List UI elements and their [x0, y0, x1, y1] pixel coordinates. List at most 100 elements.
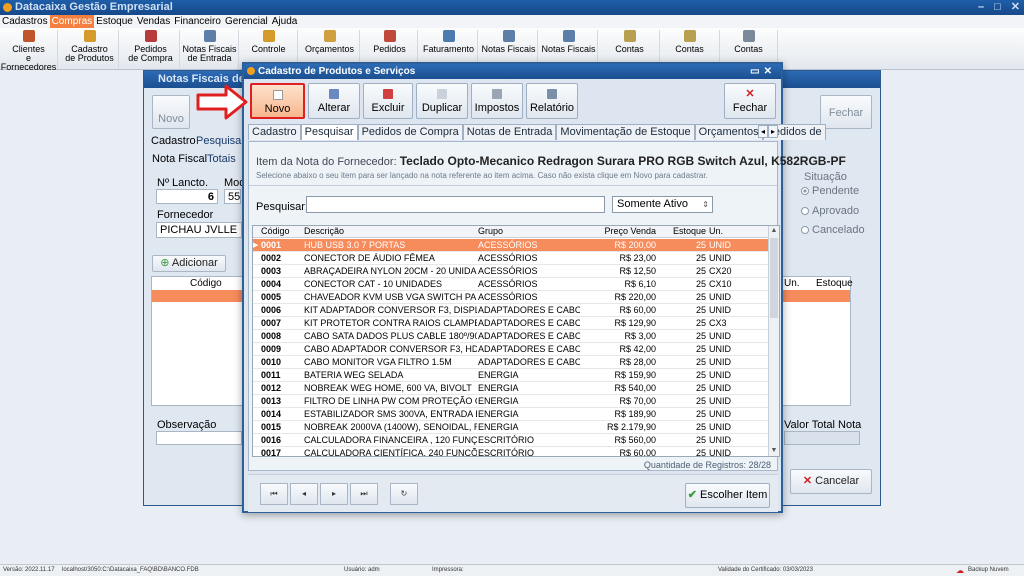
cell-descricao: CONECTOR CAT - 10 UNIDADES [304, 279, 443, 289]
col-preco[interactable]: Preço Venda [581, 226, 656, 236]
menu-financeiro[interactable]: Financeiro [172, 15, 223, 28]
ribbon-pedidos-compra[interactable]: Pedidos de Compra [122, 30, 180, 68]
tab-cadastro[interactable]: Cadastro [248, 124, 301, 140]
bg-subtab-nota-fiscal[interactable]: Nota Fiscal [152, 153, 207, 165]
cell-codigo: 0017 [261, 448, 282, 457]
fechar-button[interactable]: ✕ Fechar [724, 83, 776, 119]
fornecedor-field[interactable]: PICHAU JVLLE [156, 222, 242, 238]
col-descricao[interactable]: Descrição [304, 226, 477, 236]
table-row[interactable]: 0005 CHAVEADOR KVM USB VGA SWITCH PARA ACE… [253, 291, 769, 304]
bg-novo-button[interactable]: Novo [152, 95, 190, 129]
menu-gerencial[interactable]: Gerencial [223, 15, 270, 28]
cloud-backup-icon[interactable]: ☁ [956, 565, 964, 576]
prev-record-icon[interactable]: ◂ [290, 483, 318, 505]
cell-grupo: ADAPTADORES E CABOS [478, 305, 580, 315]
status-backup[interactable]: Backup Nuvem [968, 565, 1009, 576]
cell-un: UNID [709, 305, 731, 315]
ribbon-cadastro-produtos[interactable]: Cadastro de Produtos [61, 30, 119, 68]
col-codigo[interactable]: Código [261, 226, 303, 236]
taxes-icon [492, 89, 502, 99]
tab-pesquisar[interactable]: Pesquisar [300, 124, 358, 140]
scroll-up-icon[interactable]: ▲ [769, 226, 779, 236]
col-un[interactable]: Un. [709, 226, 739, 236]
observacao-field[interactable] [156, 431, 242, 445]
maximize-button[interactable]: □ [994, 0, 1001, 15]
table-row[interactable]: 0006 KIT ADAPTADOR CONVERSOR F3, DISPLAY A… [253, 304, 769, 317]
cancelar-button[interactable]: ✕ Cancelar [790, 469, 872, 494]
next-record-icon[interactable]: ▸ [320, 483, 348, 505]
situacao-aprovado-radio[interactable]: Aprovado [801, 205, 859, 217]
table-row[interactable]: 0008 CABO SATA DADOS PLUS CABLE 180º/90º A… [253, 330, 769, 343]
cell-estoque: 25 [695, 292, 706, 302]
duplicar-button[interactable]: Duplicar [416, 83, 468, 119]
tab-orcamentos[interactable]: Orçamentos [694, 124, 763, 140]
cell-codigo: 0005 [261, 292, 282, 302]
situacao-cancelado-radio[interactable]: Cancelado [801, 224, 865, 236]
cell-preco: R$ 159,90 [614, 370, 656, 380]
adicionar-button[interactable]: ⊕ Adicionar [152, 255, 226, 272]
new-document-icon [272, 90, 283, 100]
menu-cadastros[interactable]: Cadastros [0, 15, 50, 28]
invoice-icon [203, 30, 216, 42]
ribbon-notas-entrada[interactable]: Notas Fiscais de Entrada [181, 30, 239, 68]
last-record-icon[interactable]: ⏭ [350, 483, 378, 505]
table-row[interactable]: 0002 CONECTOR DE ÁUDIO FÊMEA ACESSÓRIOS R$ … [253, 252, 769, 265]
table-row[interactable]: 0017 CALCULADORA CIENTÍFICA, 240 FUNÇÕES E… [253, 447, 769, 457]
novo-button[interactable]: Novo [250, 83, 305, 119]
col-grupo[interactable]: Grupo [478, 226, 580, 236]
bg-tab-cadastro[interactable]: Cadastro [151, 135, 196, 147]
select-arrows-icon: ⇕ [702, 200, 709, 209]
menu-ajuda[interactable]: Ajuda [270, 15, 300, 28]
bg-tab-pesquisar[interactable]: Pesquisar [196, 135, 245, 147]
table-row[interactable]: ▶ 0001 HUB USB 3.0 7 PORTAS ACESSÓRIOS R$ 20… [253, 239, 769, 252]
table-row[interactable]: 0013 FILTRO DE LINHA PW COM PROTEÇÃO CON E… [253, 395, 769, 408]
table-row[interactable]: 0009 CABO ADAPTADOR CONVERSOR F3, HDMI ADA… [253, 343, 769, 356]
cell-preco: R$ 560,00 [614, 435, 656, 445]
table-row[interactable]: 0010 CABO MONITOR VGA FILTRO 1.5M ADAPTADO… [253, 356, 769, 369]
scroll-down-icon[interactable]: ▼ [769, 446, 779, 456]
close-button[interactable]: ✕ [1011, 0, 1020, 15]
n-lancto-field[interactable]: 6 [156, 189, 218, 204]
cell-estoque: 25 [695, 396, 706, 406]
table-row[interactable]: 0003 ABRAÇADEIRA NYLON 20CM - 20 UNIDADES… [253, 265, 769, 278]
refresh-icon[interactable]: ↻ [390, 483, 418, 505]
table-row[interactable]: 0012 NOBREAK WEG HOME, 600 VA, BIVOLT ENER… [253, 382, 769, 395]
dialog-window-controls[interactable]: ▭✕ [750, 64, 776, 79]
filter-select[interactable]: Somente Ativo ⇕ [612, 196, 713, 213]
table-row[interactable]: 0015 NOBREAK 2000VA (1400W), SENOIDAL, RG… [253, 421, 769, 434]
situacao-pendente-radio[interactable]: Pendente [801, 185, 859, 197]
menu-estoque[interactable]: Estoque [94, 15, 135, 28]
minimize-button[interactable]: – [978, 0, 984, 15]
modelo-field[interactable]: 55 [224, 189, 241, 204]
scroll-thumb[interactable] [770, 238, 778, 318]
tab-pedidos-compra[interactable]: Pedidos de Compra [357, 124, 463, 140]
ribbon-clientes-fornecedores[interactable]: Clientes e Fornecedores [0, 30, 58, 72]
tab-movimentacao-estoque[interactable]: Movimentação de Estoque [556, 124, 695, 140]
grid-scrollbar[interactable]: ▲ ▼ [768, 226, 779, 456]
cell-codigo: 0001 [261, 240, 282, 250]
escolher-item-button[interactable]: ✔ Escolher Item [685, 483, 770, 508]
tab-notas-entrada[interactable]: Notas de Entrada [462, 124, 557, 140]
excluir-button[interactable]: Excluir [363, 83, 413, 119]
relatorio-button[interactable]: Relatório [526, 83, 578, 119]
menu-vendas[interactable]: Vendas [135, 15, 172, 28]
menu-compras[interactable]: Compras [49, 15, 95, 28]
search-input[interactable] [306, 196, 605, 213]
payable-icon [623, 30, 636, 42]
col-estoque[interactable]: Estoque [659, 226, 706, 236]
first-record-icon[interactable]: ⏮ [260, 483, 288, 505]
table-row[interactable]: 0016 CALCULADORA FINANCEIRA , 120 FUNÇÕE E… [253, 434, 769, 447]
table-row[interactable]: 0004 CONECTOR CAT - 10 UNIDADES ACESSÓRIOS… [253, 278, 769, 291]
impostos-button[interactable]: Impostos [471, 83, 523, 119]
tab-scroll-left-icon[interactable]: ◂ [758, 125, 768, 138]
tab-scroll-right-icon[interactable]: ▸ [768, 125, 778, 138]
bg-fechar-button[interactable]: Fechar [820, 95, 872, 129]
table-row[interactable]: 0011 BATERIA WEG SELADA ENERGIA R$ 159,90 25… [253, 369, 769, 382]
cell-un: UNID [709, 292, 731, 302]
fornecedor-label: Fornecedor [157, 209, 214, 221]
table-row[interactable]: 0014 ESTABILIZADOR SMS 300VA, ENTRADA E S… [253, 408, 769, 421]
alterar-button[interactable]: Alterar [308, 83, 360, 119]
control-icon [262, 30, 275, 42]
table-row[interactable]: 0007 KIT PROTETOR CONTRA RAIOS CLAMPER IA… [253, 317, 769, 330]
bg-subtab-totais[interactable]: Totais [207, 153, 236, 165]
